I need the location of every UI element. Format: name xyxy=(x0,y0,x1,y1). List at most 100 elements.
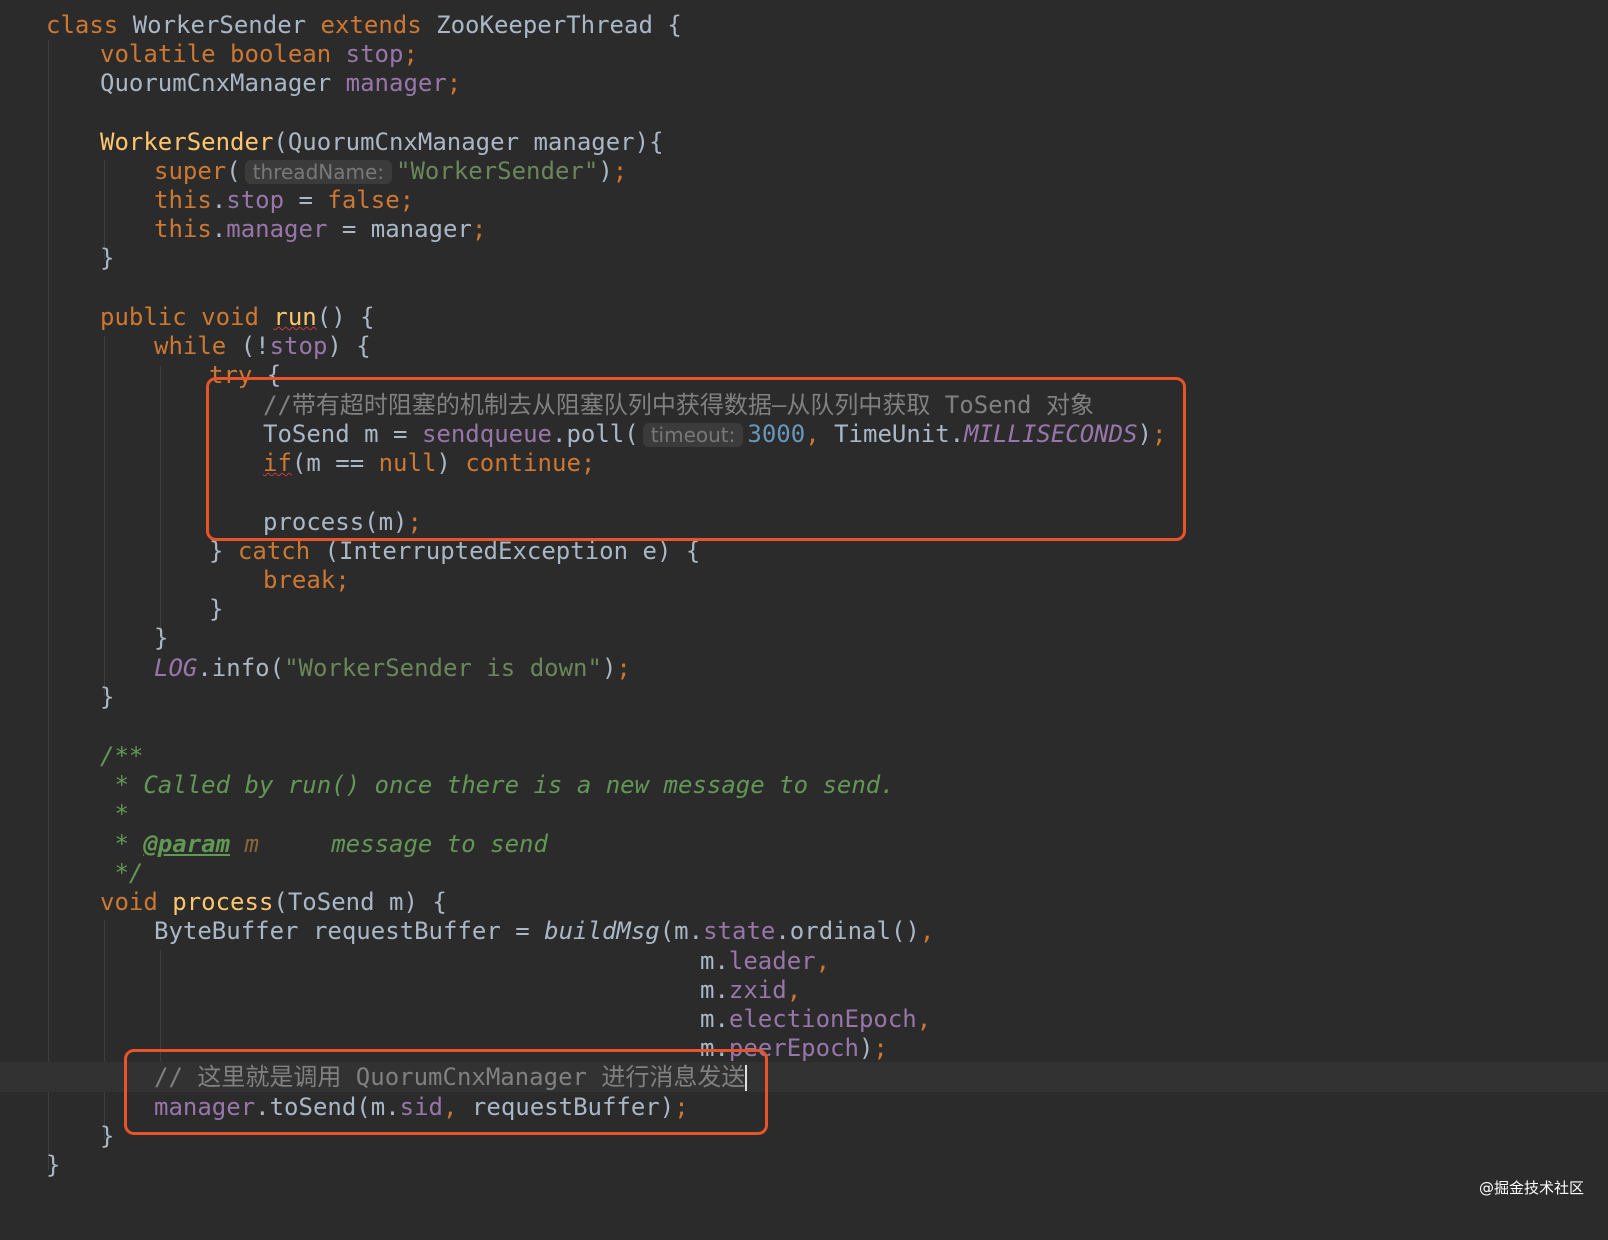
code-line-21[interactable]: } xyxy=(0,594,1608,624)
static-log: LOG xyxy=(154,654,198,682)
string-literal: "WorkerSender is down" xyxy=(284,654,602,682)
code-editor[interactable]: class WorkerSender extends ZooKeeperThre… xyxy=(0,0,1608,1224)
keyword-catch: catch xyxy=(237,537,311,565)
method-info: .info( xyxy=(197,654,285,682)
constructor-name: WorkerSender xyxy=(100,128,274,156)
javadoc-param-tag: @param xyxy=(143,830,231,858)
javadoc-blank: * xyxy=(100,800,129,828)
keyword-this: this xyxy=(154,186,212,214)
keyword-false: false xyxy=(327,186,400,214)
brace: } xyxy=(100,683,115,711)
code-line-11[interactable]: public void run() { xyxy=(0,302,1608,332)
code-line-35[interactable]: m.electionEpoch, xyxy=(0,1004,1608,1034)
keyword-extends: extends xyxy=(320,11,422,39)
brace: { xyxy=(667,11,682,39)
method-buildmsg: buildMsg xyxy=(544,917,660,945)
semicolon: ; xyxy=(612,157,628,185)
keyword-break: break; xyxy=(263,566,350,594)
code-line-8[interactable]: this.manager = manager; xyxy=(0,214,1608,244)
code-line-28[interactable]: * xyxy=(0,799,1608,829)
field-leader: leader xyxy=(728,947,816,975)
modifiers: volatile boolean xyxy=(100,40,332,68)
field-manager: manager xyxy=(345,69,447,97)
semicolon: ; xyxy=(403,40,418,68)
assign: = xyxy=(284,186,328,214)
paren: ) xyxy=(598,157,613,185)
semicolon: ; xyxy=(446,69,462,97)
superclass-name: ZooKeeperThread xyxy=(436,11,653,39)
field-state: state xyxy=(703,917,776,945)
arg-prefix: m. xyxy=(700,976,729,1004)
field-manager: manager xyxy=(226,215,328,243)
arg-prefix: m. xyxy=(700,1005,729,1033)
watermark: @掘金技术社区 xyxy=(1478,1179,1584,1197)
code-line-12[interactable]: while (!stop) { xyxy=(0,331,1608,361)
param-hint-threadname: threadName: xyxy=(244,160,393,184)
comma: , xyxy=(786,976,802,1004)
keyword-while: while xyxy=(154,332,227,360)
javadoc-close: */ xyxy=(100,859,144,887)
paren-brace: ) { xyxy=(327,332,371,360)
code-line-22[interactable]: } xyxy=(0,623,1608,653)
code-line-29[interactable]: * @param m message to send xyxy=(0,829,1608,859)
field-electionepoch: electionEpoch xyxy=(728,1005,917,1033)
code-line-5[interactable]: WorkerSender(QuorumCnxManager manager){ xyxy=(0,127,1608,157)
code-line-6[interactable]: super(threadName: "WorkerSender"); xyxy=(0,156,1608,186)
type-name: QuorumCnxManager xyxy=(100,69,332,97)
code-line-2[interactable]: volatile boolean stop; xyxy=(0,39,1608,69)
javadoc-param-desc: message to send xyxy=(258,830,548,858)
method-ordinal: .ordinal() xyxy=(775,917,920,945)
highlight-box-poll xyxy=(206,377,1186,541)
code-line-30[interactable]: */ xyxy=(0,858,1608,888)
code-line-3[interactable]: QuorumCnxManager manager; xyxy=(0,68,1608,98)
arg-prefix: m. xyxy=(700,947,729,975)
comma: , xyxy=(916,1005,932,1033)
method-process: process xyxy=(172,888,274,916)
paren: ) xyxy=(858,1034,874,1062)
string-literal: "WorkerSender" xyxy=(396,157,599,185)
catch-params: (InterruptedException e) { xyxy=(310,537,701,565)
declaration: ByteBuffer requestBuffer = xyxy=(154,917,545,945)
javadoc-description: * Called by run() once there is a new me… xyxy=(100,771,895,799)
highlight-box-tosend xyxy=(124,1049,768,1135)
code-line-20[interactable]: break; xyxy=(0,565,1608,595)
code-line-33[interactable]: m.leader, xyxy=(0,946,1608,976)
keyword-this: this xyxy=(154,215,212,243)
dot: . xyxy=(211,215,227,243)
method-params: (ToSend m) { xyxy=(273,888,447,916)
paren-not: (! xyxy=(226,332,270,360)
keyword-super: super xyxy=(154,157,227,185)
semicolon: ; xyxy=(873,1034,888,1062)
code-line-34[interactable]: m.zxid, xyxy=(0,975,1608,1005)
code-line-9[interactable]: } xyxy=(0,243,1608,273)
javadoc-param-name: m xyxy=(230,830,259,858)
class-name: WorkerSender xyxy=(132,11,307,39)
code-line-24[interactable]: } xyxy=(0,682,1608,712)
keyword-class: class xyxy=(46,11,119,39)
code-line-1[interactable]: class WorkerSender extends ZooKeeperThre… xyxy=(0,10,1608,40)
javadoc-star: * xyxy=(100,830,144,858)
brace: } xyxy=(46,1151,61,1179)
code-line-27[interactable]: * Called by run() once there is a new me… xyxy=(0,770,1608,800)
brace: } xyxy=(100,1122,115,1150)
dot: . xyxy=(211,186,227,214)
code-line-32[interactable]: ByteBuffer requestBuffer = buildMsg(m.st… xyxy=(0,916,1608,946)
arg-prefix: (m. xyxy=(659,917,704,945)
javadoc-open: /** xyxy=(100,742,144,770)
comma: , xyxy=(919,917,935,945)
code-line-31[interactable]: void process(ToSend m) { xyxy=(0,887,1608,917)
constructor-params: (QuorumCnxManager manager){ xyxy=(273,128,664,156)
modifiers: public void xyxy=(100,303,259,331)
parens-brace: () { xyxy=(316,303,375,331)
assign-expr: = manager xyxy=(327,215,472,243)
semicolon: ; xyxy=(399,186,415,214)
field-stop: stop xyxy=(269,332,328,360)
code-line-7[interactable]: this.stop = false; xyxy=(0,185,1608,215)
field-zxid: zxid xyxy=(728,976,787,1004)
code-line-26[interactable]: /** xyxy=(0,741,1608,771)
code-line-23[interactable]: LOG.info("WorkerSender is down"); xyxy=(0,653,1608,683)
brace: } xyxy=(209,537,238,565)
brace: } xyxy=(100,244,115,272)
code-line-40[interactable]: } xyxy=(0,1150,1608,1180)
field-stop: stop xyxy=(345,40,404,68)
